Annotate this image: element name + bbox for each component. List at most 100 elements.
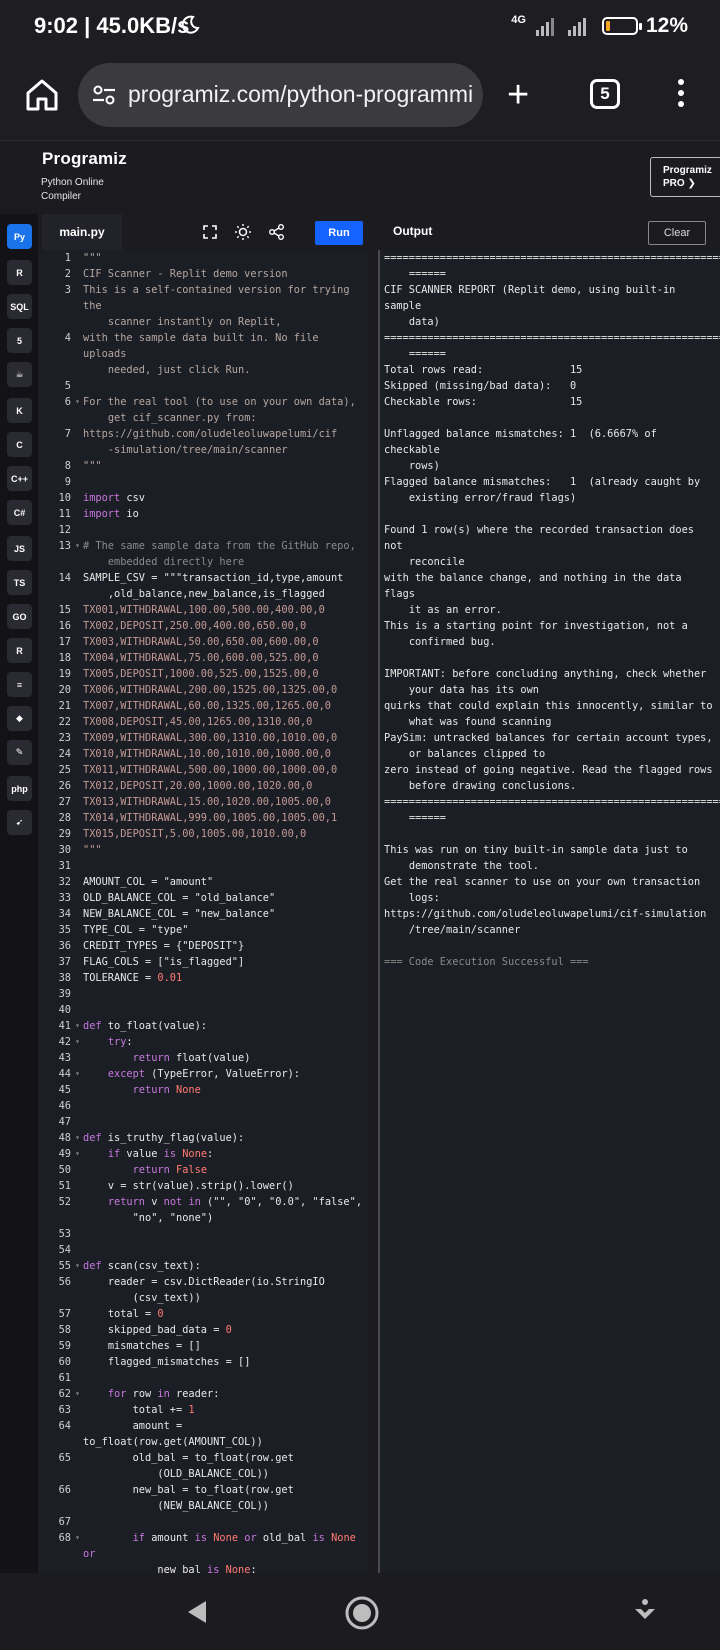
code-text[interactable]: total = 0 [81,1306,368,1322]
code-text[interactable]: TX003,WITHDRAWAL,50.00,650.00,600.00,0 [81,634,368,650]
code-text[interactable]: mismatches = [] [81,1338,368,1354]
code-line[interactable]: 14 SAMPLE_CSV = """transaction_id,type,am… [38,570,368,602]
swift-icon[interactable]: ➹ [7,810,32,835]
code-line[interactable]: 49 ▾ if value is None: [38,1146,368,1162]
code-line[interactable]: 59 mismatches = [] [38,1338,368,1354]
code-text[interactable]: """ [81,250,368,266]
code-line[interactable]: 47 [38,1114,368,1130]
code-text[interactable]: SAMPLE_CSV = """transaction_id,type,amou… [81,570,368,602]
code-text[interactable]: FLAG_COLS = ["is_flagged"] [81,954,368,970]
code-line[interactable]: 52 return v not in ("", "0", "0.0", "fal… [38,1194,368,1226]
code-text[interactable]: flagged_mismatches = [] [81,1354,368,1370]
fullscreen-icon[interactable] [200,222,220,242]
code-text[interactable]: skipped_bad_data = 0 [81,1322,368,1338]
new-tab-icon[interactable]: + [507,76,529,114]
code-text[interactable] [81,522,368,538]
code-text[interactable]: TX009,WITHDRAWAL,300.00,1310.00,1010.00,… [81,730,368,746]
php-icon[interactable]: php [7,776,32,801]
csharp-icon[interactable]: C# [7,500,32,525]
code-text[interactable]: TOLERANCE = 0.01 [81,970,368,986]
code-line[interactable]: 24 TX010,WITHDRAWAL,10.00,1010.00,1000.00… [38,746,368,762]
code-text[interactable] [81,474,368,490]
code-text[interactable]: # The same sample data from the GitHub r… [81,538,368,570]
site-settings-icon[interactable] [90,81,118,109]
code-line[interactable]: 42 ▾ try: [38,1034,368,1050]
code-text[interactable]: def is_truthy_flag(value): [81,1130,368,1146]
code-text[interactable]: new_bal = to_float(row.get (NEW_BALANCE_… [81,1482,368,1514]
code-text[interactable]: OLD_BALANCE_COL = "old_balance" [81,890,368,906]
code-text[interactable]: AMOUNT_COL = "amount" [81,874,368,890]
code-line[interactable]: 38 TOLERANCE = 0.01 [38,970,368,986]
code-line[interactable]: 53 [38,1226,368,1242]
back-icon[interactable] [182,1597,212,1627]
code-text[interactable]: return float(value) [81,1050,368,1066]
code-line[interactable]: 26 TX012,DEPOSIT,20.00,1000.00,1020.00,0 [38,778,368,794]
code-line[interactable]: 64 amount = to_float(row.get(AMOUNT_COL)… [38,1418,368,1450]
code-line[interactable]: 51 v = str(value).strip().lower() [38,1178,368,1194]
code-line[interactable]: 7 https://github.com/oludeleoluwapelumi/c… [38,426,368,458]
stack-icon[interactable]: ≡ [7,672,32,697]
code-text[interactable]: with the sample data built in. No file u… [81,330,368,378]
go-icon[interactable]: GO [7,604,32,629]
clear-button[interactable]: Clear [648,221,706,245]
code-text[interactable]: import io [81,506,368,522]
code-line[interactable]: 58 skipped_bad_data = 0 [38,1322,368,1338]
code-line[interactable]: 6 ▾ For the real tool (to use on your own … [38,394,368,426]
run-button[interactable]: Run [315,221,363,245]
code-text[interactable]: return v not in ("", "0", "0.0", "false"… [81,1194,368,1226]
url-text[interactable]: programiz.com/python-programmir [128,81,473,108]
code-line[interactable]: 50 return False [38,1162,368,1178]
code-text[interactable]: NEW_BALANCE_COL = "new_balance" [81,906,368,922]
html-icon[interactable]: 5 [7,328,32,353]
code-text[interactable] [81,1514,368,1530]
code-line[interactable]: 12 [38,522,368,538]
code-line[interactable]: 48 ▾ def is_truthy_flag(value): [38,1130,368,1146]
code-text[interactable]: TX015,DEPOSIT,5.00,1005.00,1010.00,0 [81,826,368,842]
code-text[interactable] [81,858,368,874]
code-line[interactable]: 57 total = 0 [38,1306,368,1322]
theme-toggle-icon[interactable] [233,222,253,242]
code-text[interactable]: old_bal = to_float(row.get (OLD_BALANCE_… [81,1450,368,1482]
code-line[interactable]: 41 ▾ def to_float(value): [38,1018,368,1034]
ruby-icon[interactable]: ◆ [7,706,32,731]
code-line[interactable]: 66 new_bal = to_float(row.get (NEW_BALAN… [38,1482,368,1514]
share-icon[interactable] [267,222,287,242]
code-line[interactable]: 55 ▾ def scan(csv_text): [38,1258,368,1274]
code-text[interactable]: CIF Scanner - Replit demo version [81,266,368,282]
code-line[interactable]: 61 [38,1370,368,1386]
more-menu-icon[interactable] [676,79,686,111]
code-line[interactable]: 43 return float(value) [38,1050,368,1066]
code-text[interactable] [81,986,368,1002]
code-line[interactable]: 44 ▾ except (TypeError, ValueError): [38,1066,368,1082]
code-text[interactable] [81,378,368,394]
code-line[interactable]: 15 TX001,WITHDRAWAL,100.00,500.00,400.00,… [38,602,368,618]
javascript-icon[interactable]: JS [7,536,32,561]
code-line[interactable]: 5 [38,378,368,394]
code-text[interactable]: v = str(value).strip().lower() [81,1178,368,1194]
code-line[interactable]: 20 TX006,WITHDRAWAL,200.00,1525.00,1325.0… [38,682,368,698]
code-text[interactable]: reader = csv.DictReader(io.StringIO (csv… [81,1274,368,1306]
code-line[interactable]: 40 [38,1002,368,1018]
tab-switcher-button[interactable]: 5 [590,79,620,109]
home-nav-icon[interactable] [344,1595,380,1631]
code-text[interactable]: TX014,WITHDRAWAL,999.00,1005.00,1005.00,… [81,810,368,826]
code-text[interactable]: This is a self-contained version for try… [81,282,368,330]
code-line[interactable]: 36 CREDIT_TYPES = {"DEPOSIT"} [38,938,368,954]
code-line[interactable]: 23 TX009,WITHDRAWAL,300.00,1310.00,1010.0… [38,730,368,746]
code-line[interactable]: 67 [38,1514,368,1530]
rust-icon[interactable]: R [7,638,32,663]
code-line[interactable]: 2 CIF Scanner - Replit demo version [38,266,368,282]
code-line[interactable]: 22 TX008,DEPOSIT,45.00,1265.00,1310.00,0 [38,714,368,730]
code-text[interactable] [81,1370,368,1386]
code-text[interactable]: For the real tool (to use on your own da… [81,394,368,426]
code-text[interactable]: TX007,WITHDRAWAL,60.00,1325.00,1265.00,0 [81,698,368,714]
code-line[interactable]: 56 reader = csv.DictReader(io.StringIO (… [38,1274,368,1306]
code-text[interactable]: import csv [81,490,368,506]
code-text[interactable]: """ [81,458,368,474]
code-line[interactable]: 30 """ [38,842,368,858]
code-line[interactable]: 39 [38,986,368,1002]
code-line[interactable]: 37 FLAG_COLS = ["is_flagged"] [38,954,368,970]
code-text[interactable] [81,1002,368,1018]
code-line[interactable]: 18 TX004,WITHDRAWAL,75.00,600.00,525.00,0 [38,650,368,666]
programiz-pro-button[interactable]: Programiz PRO ❯ [650,157,720,197]
